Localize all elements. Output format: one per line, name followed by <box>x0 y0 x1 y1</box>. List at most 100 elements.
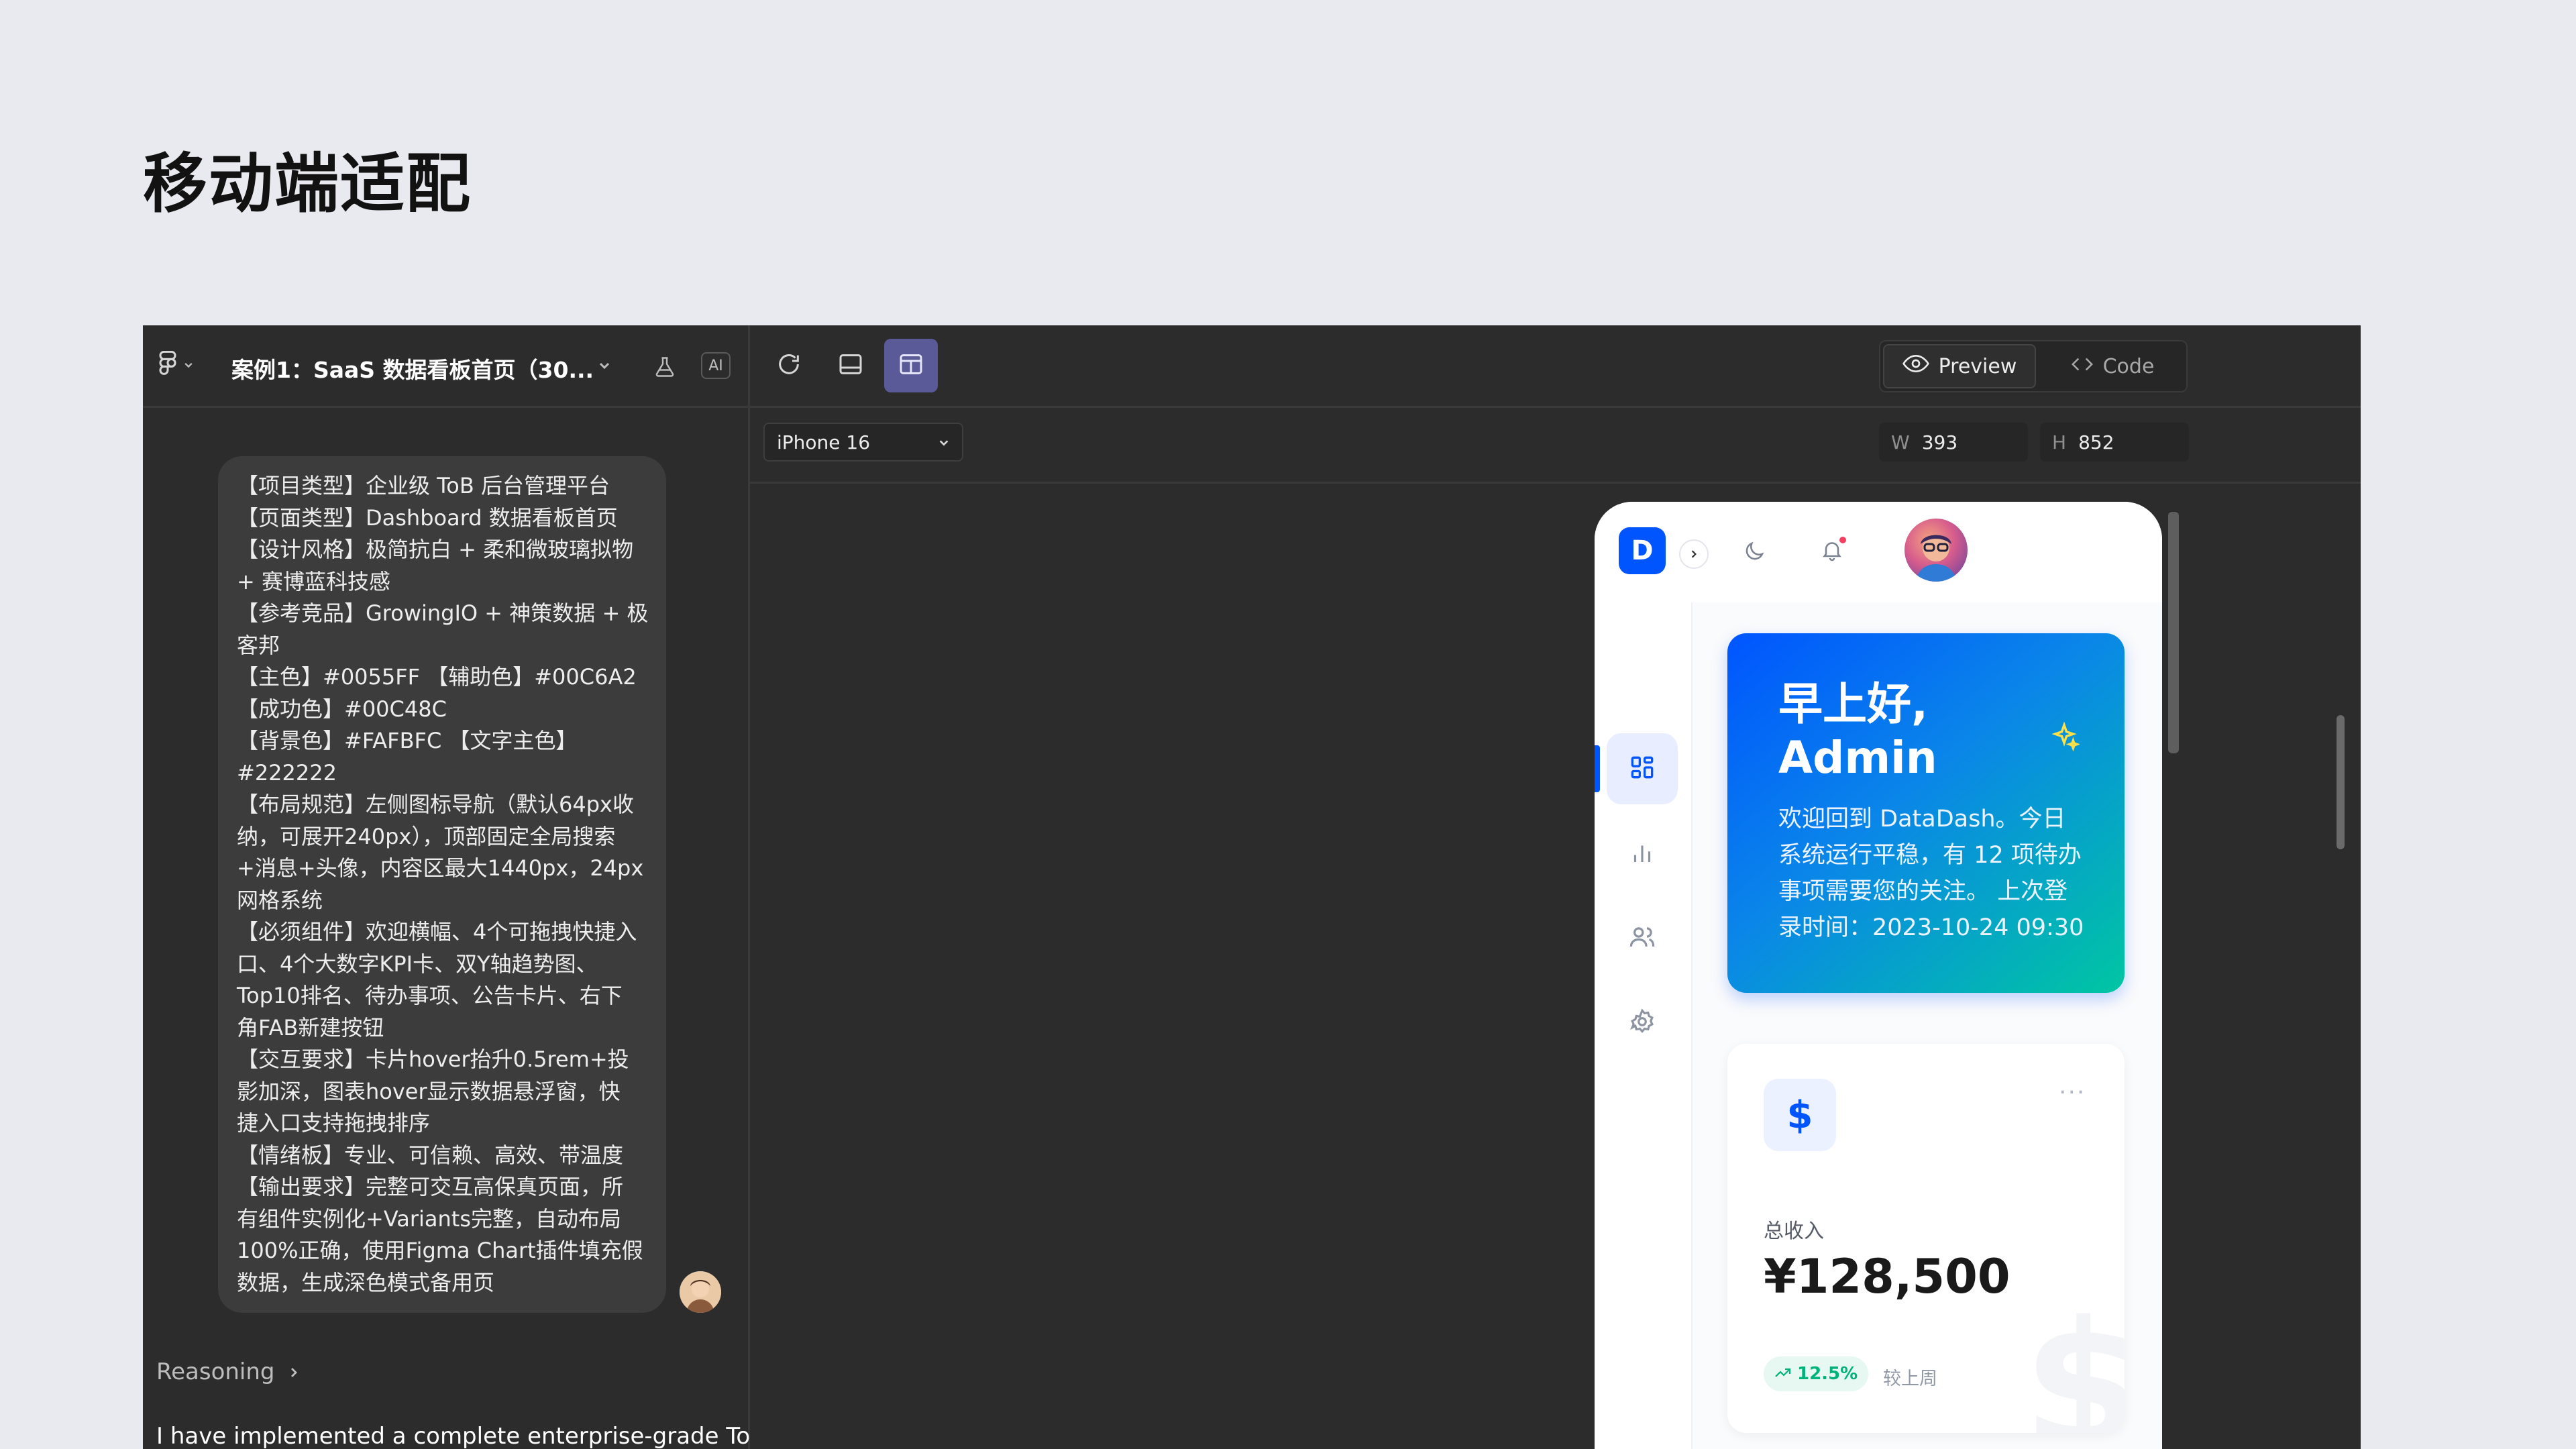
height-label: H <box>2052 431 2067 453</box>
welcome-banner[interactable]: 早上好, Admin 欢迎回到 DataDash。今日系统运行平稳，有 12 项… <box>1727 633 2125 993</box>
sidebar-expand-button[interactable] <box>1679 539 1709 569</box>
more-options-button[interactable]: ··· <box>2059 1079 2086 1106</box>
chat-panel-header: 案例1：SaaS 数据看板首页（30... AI <box>143 325 748 408</box>
notification-dot <box>1839 537 1846 543</box>
code-icon <box>2071 355 2094 378</box>
page-title: 移动端适配 <box>143 146 472 221</box>
dollar-icon: $ <box>1764 1079 1836 1151</box>
refresh-icon <box>775 351 802 380</box>
prompt-line: 影加深，图表hover显示数据悬浮窗，快 <box>237 1078 621 1104</box>
user-avatar <box>680 1271 721 1313</box>
prompt-line: 数据，生成深色模式备用页 <box>237 1269 495 1295</box>
moon-icon[interactable] <box>1738 535 1770 568</box>
eye-icon <box>1902 354 1929 378</box>
preview-code-switch: Preview Code <box>1879 340 2188 392</box>
prompt-line: 【页面类型】Dashboard 数据看板首页 <box>237 504 618 531</box>
prompt-line: 【成功色】#00C48C <box>237 696 447 722</box>
prompt-line: #222222 <box>237 759 337 786</box>
prompt-line: 【输出要求】完整可交互高保真页面，所 <box>237 1174 624 1199</box>
grid-icon <box>1627 753 1657 785</box>
nav-item-analytics[interactable] <box>1607 818 1678 890</box>
nav-item-settings[interactable] <box>1607 987 1678 1059</box>
editor-window: 案例1：SaaS 数据看板首页（30... AI 【项目类型】企业级 ToB 后… <box>143 325 2361 1449</box>
ai-badge[interactable]: AI <box>701 352 731 379</box>
trend-badge: 12.5% <box>1764 1356 1869 1391</box>
trend-up-icon <box>1774 1364 1792 1384</box>
prompt-line: 100%正确，使用Figma Chart插件填充假 <box>237 1238 643 1263</box>
sparkle-icon <box>2044 716 2084 757</box>
canvas-scrollbar-right[interactable] <box>2337 715 2345 849</box>
welcome-title: 早上好, Admin <box>1778 678 2074 785</box>
panel-split-icon <box>898 351 924 380</box>
chevron-right-icon <box>1688 545 1699 564</box>
device-select[interactable]: iPhone 16 <box>763 423 963 462</box>
prompt-line: 【设计风格】极简抗白 + 柔和微玻璃拟物 <box>237 537 634 562</box>
nav-active-indicator <box>1595 745 1600 792</box>
preview-tab[interactable]: Preview <box>1883 344 2036 388</box>
preview-label: Preview <box>1938 354 2017 378</box>
width-field[interactable]: W 393 <box>1879 423 2028 462</box>
dollar-icon: $ <box>2023 1285 2125 1433</box>
welcome-greeting: 早上好, <box>1778 678 1929 730</box>
prompt-message-bubble: 【项目类型】企业级 ToB 后台管理平台 【页面类型】Dashboard 数据看板… <box>218 456 666 1313</box>
file-name[interactable]: 案例1：SaaS 数据看板首页（30... <box>231 352 594 384</box>
bar-chart-icon <box>1628 839 1656 869</box>
prompt-line: 口、4个大数字KPI卡、双Y轴趋势图、 <box>237 951 598 977</box>
prompt-line: +消息+头像，内容区最大1440px，24px <box>237 855 644 881</box>
reasoning-toggle[interactable]: Reasoning <box>156 1358 301 1385</box>
prompt-line: 【交互要求】卡片hover抬升0.5rem+投 <box>237 1046 629 1072</box>
prompt-line: 角FAB新建按钮 <box>237 1014 384 1040</box>
phone-header: D <box>1595 502 2162 602</box>
app-logo[interactable]: D <box>1619 527 1666 574</box>
prompt-line: 客邦 <box>237 632 280 658</box>
icon-sidebar <box>1595 602 1693 1449</box>
phone-scrollbar[interactable] <box>2168 512 2179 753</box>
code-tab[interactable]: Code <box>2041 344 2184 388</box>
profile-avatar[interactable] <box>1904 519 1968 582</box>
device-bar: iPhone 16 W 393 H 852 <box>750 408 2361 484</box>
prompt-line: 【项目类型】企业级 ToB 后台管理平台 <box>237 473 610 498</box>
chevron-down-icon[interactable] <box>594 355 615 376</box>
panel-bottom-icon <box>837 351 864 380</box>
assistant-response-text: I have implemented a complete enterprise… <box>156 1423 766 1449</box>
prompt-line: 【背景色】#FAFBFC 【文字主色】 <box>237 728 578 753</box>
users-icon <box>1628 923 1656 954</box>
chevron-down-icon <box>938 431 950 453</box>
kpi-card-revenue[interactable]: $ $ ··· 总收入 ¥128,500 12.5% 较上周 <box>1727 1044 2125 1433</box>
prompt-line: 【主色】#0055FF 【辅助色】#00C6A2 <box>237 664 637 690</box>
nav-item-dashboard[interactable] <box>1607 733 1678 804</box>
gear-icon <box>1628 1008 1656 1038</box>
prompt-line: 网格系统 <box>237 887 323 913</box>
height-field[interactable]: H 852 <box>2040 423 2189 462</box>
device-select-value: iPhone 16 <box>777 431 871 453</box>
prompt-line: + 赛博蓝科技感 <box>237 568 390 594</box>
welcome-text: 欢迎回到 DataDash。今日系统运行平稳，有 12 项待办事项需要您的关注。… <box>1778 806 2084 941</box>
nav-item-users[interactable] <box>1607 903 1678 974</box>
reasoning-label: Reasoning <box>156 1358 275 1385</box>
figma-icon[interactable] <box>156 350 194 382</box>
trend-value: 12.5% <box>1797 1364 1858 1384</box>
flask-icon[interactable] <box>650 352 680 382</box>
code-label: Code <box>2102 354 2155 378</box>
panel-bottom-button[interactable] <box>824 339 877 392</box>
panel-split-button[interactable] <box>884 339 938 392</box>
prompt-line: 【必须组件】欢迎横幅、4个可拖拽快捷入 <box>237 919 637 945</box>
chevron-right-icon <box>287 1358 301 1385</box>
prompt-line: Top10排名、待办事项、公告卡片、右下 <box>237 983 623 1008</box>
welcome-username: Admin <box>1778 732 1937 784</box>
kpi-value: ¥128,500 <box>1764 1249 2010 1304</box>
prompt-line: 捷入口支持拖拽排序 <box>237 1110 431 1136</box>
kpi-label: 总收入 <box>1764 1220 1824 1243</box>
chat-panel: 案例1：SaaS 数据看板首页（30... AI 【项目类型】企业级 ToB 后… <box>143 325 766 1449</box>
prompt-line: 【参考竞品】GrowingIO + 神策数据 + 极 <box>237 600 649 626</box>
width-label: W <box>1891 431 1910 453</box>
refresh-button[interactable] <box>762 339 816 392</box>
prompt-line: 【布局规范】左侧图标导航（默认64px收 <box>237 792 634 817</box>
height-value: 852 <box>2078 431 2114 453</box>
preview-toolbar: Preview Code <box>750 325 2361 408</box>
trend-note: 较上周 <box>1883 1368 1937 1389</box>
prompt-line: 【情绪板】专业、可信赖、高效、带温度 <box>237 1142 624 1168</box>
width-value: 393 <box>1921 431 1958 453</box>
prompt-line: 纳，可展开240px），顶部固定全局搜索 <box>237 823 616 849</box>
prompt-line: 有组件实例化+Variants完整，自动布局 <box>237 1205 621 1232</box>
